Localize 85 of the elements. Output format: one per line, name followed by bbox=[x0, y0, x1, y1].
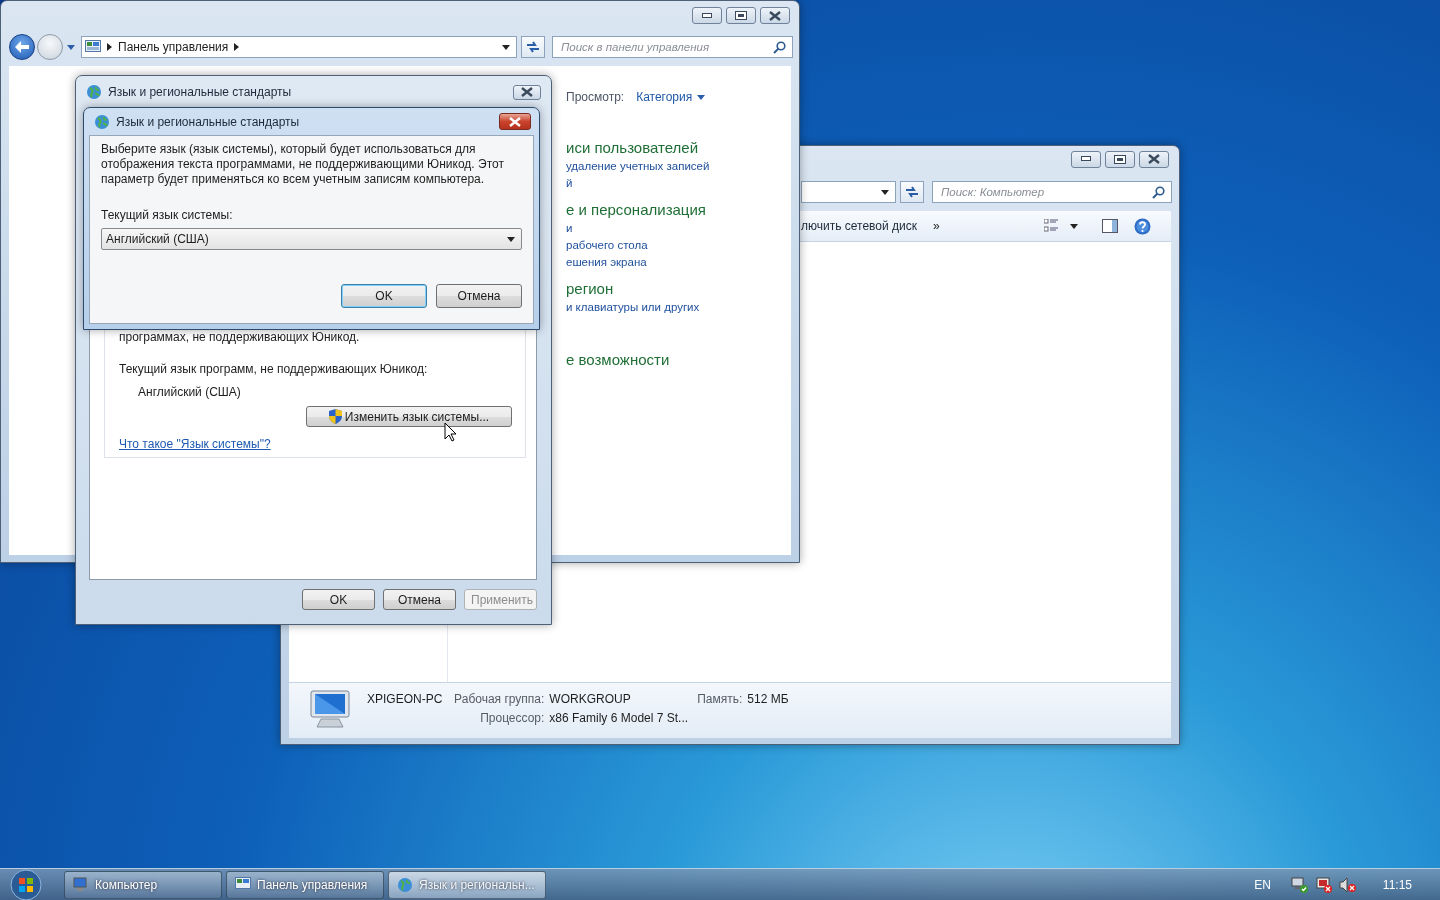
minimize-button[interactable] bbox=[692, 7, 722, 24]
close-button[interactable] bbox=[760, 7, 790, 24]
preview-pane-icon[interactable] bbox=[1102, 219, 1118, 233]
maximize-button[interactable] bbox=[1105, 150, 1135, 168]
close-icon bbox=[509, 116, 521, 127]
computer-name: XPIGEON-PC bbox=[367, 692, 443, 706]
speaker-muted-icon[interactable] bbox=[1338, 876, 1357, 893]
refresh-icon bbox=[904, 185, 920, 199]
globe-icon bbox=[86, 84, 102, 100]
current-language-value: Английский (США) bbox=[138, 384, 242, 400]
category-link[interactable]: регион bbox=[566, 279, 791, 299]
clock[interactable]: 11:15 bbox=[1382, 877, 1412, 892]
task-link[interactable]: и клавиатуры или других bbox=[566, 299, 791, 316]
message-text: Выберите язык (язык системы), который будет использоваться для отображения текста программами, не поддерживающими Юникод. Этот параметр будет применяться ко всем учетным записям компьютера. bbox=[101, 142, 505, 187]
window-title: Язык и региональные стандарты bbox=[108, 85, 292, 99]
back-button[interactable] bbox=[9, 34, 35, 60]
address-field[interactable]: Панель управления bbox=[81, 36, 517, 58]
refresh-button[interactable] bbox=[900, 181, 924, 203]
dialog-button[interactable]: OK bbox=[341, 284, 427, 308]
computer-icon bbox=[73, 876, 89, 893]
close-button[interactable] bbox=[1139, 150, 1169, 168]
refresh-button[interactable] bbox=[521, 36, 545, 58]
task-link[interactable]: й bbox=[566, 175, 791, 192]
category-link[interactable]: е возможности bbox=[566, 350, 791, 370]
dialog-button[interactable]: OK bbox=[302, 589, 375, 610]
details-value: 512 МБ bbox=[747, 692, 789, 706]
close-icon bbox=[1148, 154, 1160, 164]
globe-icon bbox=[397, 876, 413, 893]
language-indicator[interactable]: EN bbox=[1254, 877, 1271, 892]
mouse-pointer-icon bbox=[444, 422, 457, 442]
view-by-dropdown[interactable]: Категория bbox=[636, 90, 706, 104]
description-text: программах, не поддерживающих Юникод. bbox=[119, 329, 361, 345]
dropdown-caret-icon bbox=[502, 44, 510, 50]
back-arrow-icon bbox=[15, 41, 29, 53]
field-label: Текущий язык системы: bbox=[101, 208, 234, 222]
help-link[interactable]: Что такое "Язык системы"? bbox=[119, 437, 271, 451]
maximize-icon bbox=[735, 11, 747, 20]
computer-icon bbox=[307, 689, 353, 729]
dropdown-caret-icon bbox=[697, 94, 706, 100]
help-icon[interactable] bbox=[1134, 217, 1151, 235]
refresh-icon bbox=[525, 40, 541, 54]
address-field[interactable] bbox=[801, 181, 896, 203]
window-title: Язык и региональные стандарты bbox=[116, 114, 300, 129]
minimize-icon bbox=[702, 12, 712, 19]
flag-alert-icon[interactable] bbox=[1314, 876, 1333, 893]
search-icon bbox=[773, 40, 786, 54]
minimize-icon bbox=[1081, 156, 1091, 162]
maximize-button[interactable] bbox=[726, 7, 756, 24]
network-icon[interactable] bbox=[1290, 876, 1309, 893]
task-link[interactable]: и bbox=[566, 220, 791, 237]
chevron-right-icon bbox=[234, 43, 240, 51]
view-dropdown-icon bbox=[1070, 223, 1078, 229]
maximize-icon bbox=[1114, 154, 1126, 164]
close-icon bbox=[769, 10, 781, 21]
search-icon bbox=[1152, 185, 1165, 199]
details-value: WORKGROUP bbox=[549, 692, 632, 706]
details-label: Процессор: bbox=[479, 711, 545, 725]
close-button[interactable] bbox=[513, 84, 541, 100]
view-label: Просмотр: bbox=[566, 90, 625, 104]
breadcrumb-item[interactable]: Панель управления bbox=[118, 40, 229, 54]
chevron-right-icon bbox=[107, 43, 112, 51]
task-link[interactable]: удаление учетных записей bbox=[566, 158, 791, 175]
shield-icon bbox=[328, 409, 342, 424]
more-commands-button[interactable]: » bbox=[933, 219, 940, 233]
current-language-label: Текущий язык программ, не поддерживающих Юникод: bbox=[119, 361, 429, 377]
close-button[interactable] bbox=[499, 113, 531, 130]
toolbar-command[interactable]: лючить сетевой диск bbox=[801, 219, 917, 233]
task-link[interactable]: рабочего стола bbox=[566, 237, 791, 254]
change-system-locale-button[interactable]: Изменить язык системы... bbox=[306, 406, 512, 427]
dropdown-caret-icon bbox=[881, 189, 889, 195]
details-value: x86 Family 6 Model 7 St... bbox=[549, 711, 690, 725]
dialog-button[interactable]: Отмена bbox=[383, 589, 456, 610]
close-icon bbox=[521, 87, 533, 97]
category-link[interactable]: е и персонализация bbox=[566, 200, 791, 220]
system-language-dropdown[interactable]: Английский (США) bbox=[101, 228, 522, 250]
globe-icon bbox=[94, 113, 110, 130]
details-label: Рабочая группа: bbox=[453, 692, 545, 706]
dialog-button[interactable]: Отмена bbox=[436, 284, 522, 308]
minimize-button[interactable] bbox=[1071, 150, 1101, 168]
view-options-icon[interactable] bbox=[1044, 219, 1060, 233]
category-link[interactable]: иси пользователей bbox=[566, 138, 791, 158]
task-link[interactable]: ешения экрана bbox=[566, 254, 791, 271]
caret-icon bbox=[67, 44, 75, 50]
control-panel-icon bbox=[85, 40, 101, 54]
details-label: Память: bbox=[696, 692, 743, 706]
